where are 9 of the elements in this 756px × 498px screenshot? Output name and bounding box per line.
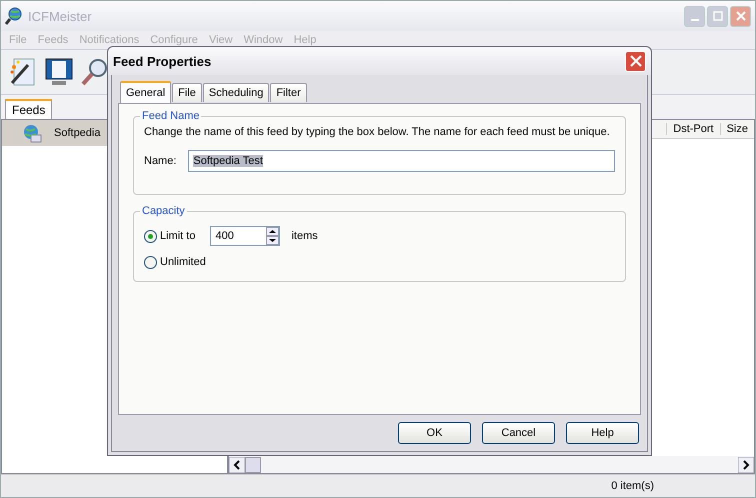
dialog-title: Feed Properties [113,54,212,68]
feed-name: Softpedia [54,127,100,139]
description-text: Change the name of this feed by typing the box below. The name for each feed must be unique. [144,126,611,138]
item-count: 0 item(s) [611,480,654,492]
window-title: ICFMeister [28,8,92,24]
group-legend: Feed Name [140,110,202,122]
group-legend: Capacity [140,205,187,217]
name-label: Name: [144,155,176,167]
unit-label: items [291,230,318,242]
